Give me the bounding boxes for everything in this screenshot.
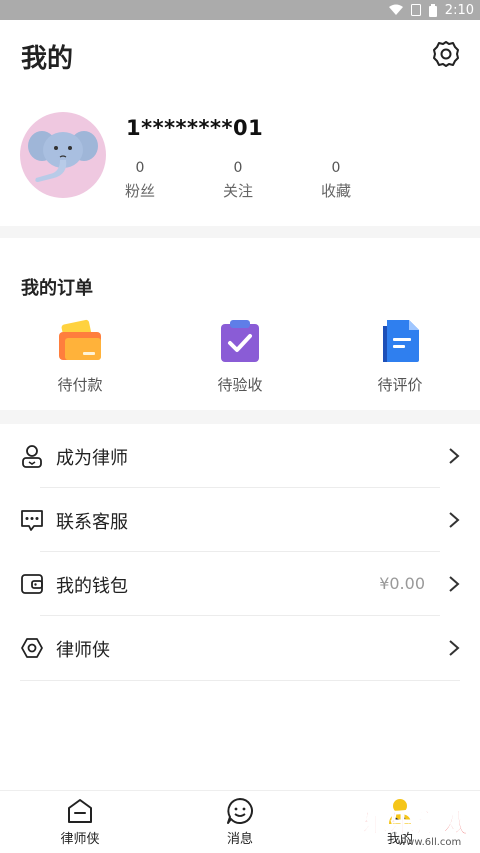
stat-label: 收藏 xyxy=(320,182,351,200)
menu-item-customer-service[interactable]: 联系客服 xyxy=(0,488,480,552)
menu-item-wallet[interactable]: 我的钱包 ¥0.00 xyxy=(0,552,480,616)
chevron-right-icon xyxy=(449,640,460,656)
divider xyxy=(20,680,460,681)
stat-label: 粉丝 xyxy=(124,182,155,200)
stat-following[interactable]: 0 关注 xyxy=(208,160,268,201)
battery-icon xyxy=(428,3,437,17)
tab-label: 消息 xyxy=(226,832,253,847)
orders-title: 我的订单 xyxy=(21,278,93,299)
hexagon-icon xyxy=(21,638,43,658)
chevron-right-icon xyxy=(449,512,460,528)
profile-section: 我的 1********01 0 粉丝 0 关注 0 收藏 xyxy=(0,20,480,226)
page-title: 我的 xyxy=(21,44,74,74)
orders-section: 我的订单 待付款 待验收 待评价 xyxy=(0,238,480,410)
menu-label: 律师侠 xyxy=(56,640,110,661)
document-icon xyxy=(383,320,419,362)
gear-icon xyxy=(433,41,459,67)
wallet-icon xyxy=(21,574,43,594)
menu-label: 联系客服 xyxy=(56,512,128,533)
home-icon xyxy=(68,799,92,823)
watermark-text: 乐乐游戏 xyxy=(361,809,471,840)
status-bar: 2:10 xyxy=(0,0,480,20)
chevron-right-icon xyxy=(449,448,460,464)
menu-item-lawyer-hero[interactable]: 律师侠 xyxy=(0,616,480,680)
chat-dots-icon xyxy=(21,510,43,531)
wallet-card-icon xyxy=(59,319,101,360)
menu-label: 我的钱包 xyxy=(56,576,128,597)
stat-fans[interactable]: 0 粉丝 xyxy=(110,160,170,201)
wifi-icon xyxy=(388,4,403,15)
order-pending-review[interactable]: 待评价 xyxy=(350,318,450,395)
clipboard-check-icon xyxy=(221,320,259,362)
order-pending-payment[interactable]: 待付款 xyxy=(30,318,130,395)
menu-label: 成为律师 xyxy=(56,448,128,469)
order-label: 待付款 xyxy=(57,376,103,394)
watermark-url: www.6ll.com xyxy=(398,837,462,848)
stat-value: 0 xyxy=(233,160,243,176)
person-badge-icon xyxy=(22,445,42,468)
stat-value: 0 xyxy=(331,160,341,176)
watermark: 乐乐游戏 www.6ll.com xyxy=(361,803,480,853)
order-label: 待评价 xyxy=(377,376,423,394)
tab-messages[interactable]: 消息 xyxy=(190,791,290,853)
smile-chat-icon xyxy=(227,798,253,824)
chevron-right-icon xyxy=(449,576,460,592)
elephant-avatar-icon xyxy=(28,131,98,182)
menu-item-become-lawyer[interactable]: 成为律师 xyxy=(0,424,480,488)
menu-list: 成为律师 联系客服 我的钱包 ¥0.00 律师侠 xyxy=(0,424,480,790)
stat-value: 0 xyxy=(135,160,145,176)
no-sim-icon xyxy=(410,4,421,16)
username: 1********01 xyxy=(126,116,264,140)
avatar[interactable] xyxy=(20,112,106,198)
status-time: 2:10 xyxy=(444,2,474,18)
tab-label: 律师侠 xyxy=(60,832,100,847)
stat-favorites[interactable]: 0 收藏 xyxy=(306,160,366,201)
settings-button[interactable] xyxy=(430,38,462,70)
order-pending-acceptance[interactable]: 待验收 xyxy=(190,318,290,395)
wallet-balance: ¥0.00 xyxy=(379,574,425,593)
tab-home[interactable]: 律师侠 xyxy=(30,791,130,853)
order-label: 待验收 xyxy=(217,376,263,394)
stat-label: 关注 xyxy=(222,182,253,200)
